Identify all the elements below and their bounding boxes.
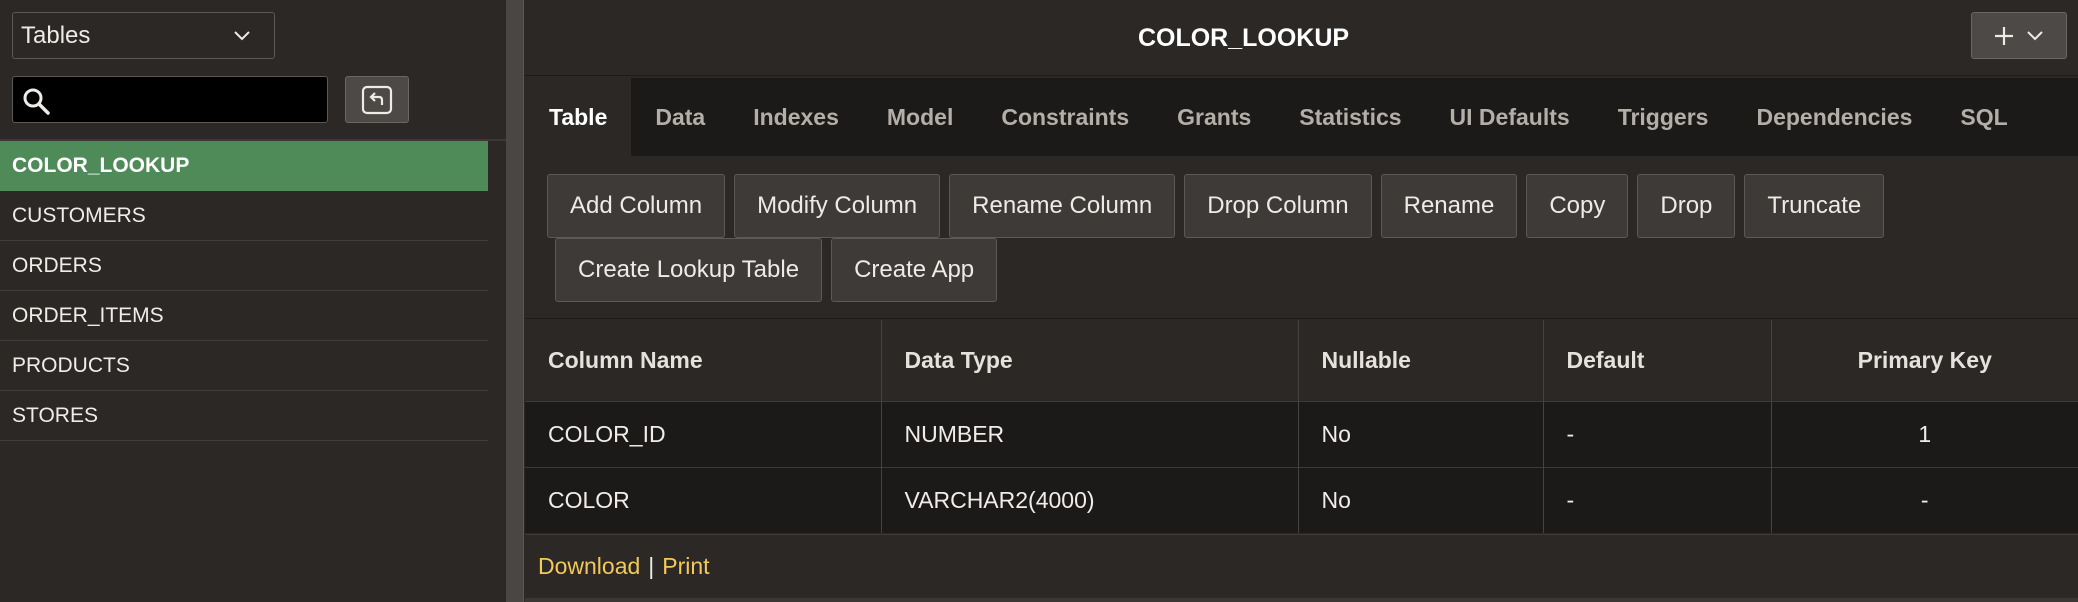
table-actions-toolbar: Add Column Modify Column Rename Column D… (525, 156, 2078, 319)
table-list-item-products[interactable]: PRODUCTS (0, 341, 488, 391)
table-list-item-order-items[interactable]: ORDER_ITEMS (0, 291, 488, 341)
column-header-nullable[interactable]: Nullable (1298, 320, 1544, 401)
tab-triggers[interactable]: Triggers (1594, 78, 1733, 156)
table-header-row: Column Name Data Type Nullable Default P… (525, 320, 2078, 401)
create-app-button[interactable]: Create App (831, 238, 998, 302)
search-input[interactable] (12, 76, 328, 123)
panel-splitter[interactable] (506, 0, 524, 602)
divider (525, 598, 2078, 602)
collapse-panel-button[interactable] (345, 76, 409, 123)
object-browser-panel: Tables COLOR_LOOKUP CUSTOMERS ORDERS ORD… (0, 0, 506, 602)
report-footer: Download | Print (525, 534, 2078, 598)
column-header-default[interactable]: Default (1543, 320, 1772, 401)
tab-model[interactable]: Model (863, 78, 977, 156)
download-link[interactable]: Download (538, 553, 640, 580)
table-list: COLOR_LOOKUP CUSTOMERS ORDERS ORDER_ITEM… (0, 141, 488, 441)
cell-column-name: COLOR (525, 466, 882, 533)
column-header-primary-key[interactable]: Primary Key (1771, 320, 2078, 401)
detail-header: COLOR_LOOKUP (525, 0, 2078, 76)
table-row: COLOR VARCHAR2(4000) No - - (525, 466, 2078, 533)
plus-icon (1995, 26, 2013, 45)
back-arrow-icon (361, 85, 393, 114)
cell-nullable: No (1298, 400, 1544, 467)
tab-dependencies[interactable]: Dependencies (1732, 78, 1936, 156)
tab-sql[interactable]: SQL (1936, 78, 2031, 156)
truncate-button[interactable]: Truncate (1744, 174, 1885, 238)
table-list-item-color-lookup[interactable]: COLOR_LOOKUP (0, 141, 488, 191)
create-object-menu-button[interactable] (1971, 12, 2067, 59)
rename-column-button[interactable]: Rename Column (949, 174, 1176, 238)
tab-indexes[interactable]: Indexes (729, 78, 863, 156)
tab-data[interactable]: Data (631, 78, 729, 156)
footer-separator: | (648, 553, 655, 579)
chevron-down-icon (234, 31, 250, 41)
table-list-item-stores[interactable]: STORES (0, 391, 488, 441)
toolbar-row-1: Add Column Modify Column Rename Column D… (547, 174, 1885, 238)
cell-default: - (1543, 466, 1772, 533)
table-row: COLOR_ID NUMBER No - 1 (525, 400, 2078, 467)
chevron-down-icon (2027, 30, 2043, 40)
cell-column-name: COLOR_ID (525, 400, 882, 467)
detail-tabs: Table Data Indexes Model Constraints Gra… (525, 78, 2078, 156)
cell-data-type: NUMBER (881, 400, 1299, 467)
cell-default: - (1543, 400, 1772, 467)
tab-ui-defaults[interactable]: UI Defaults (1426, 78, 1594, 156)
copy-button[interactable]: Copy (1526, 174, 1629, 238)
page-title: COLOR_LOOKUP (1137, 23, 1350, 52)
modify-column-button[interactable]: Modify Column (734, 174, 941, 238)
table-list-item-orders[interactable]: ORDERS (0, 241, 488, 291)
column-header-data-type[interactable]: Data Type (881, 320, 1299, 401)
tab-grants[interactable]: Grants (1153, 78, 1275, 156)
drop-column-button[interactable]: Drop Column (1184, 174, 1372, 238)
object-type-select-value: Tables (21, 21, 91, 49)
object-type-select[interactable]: Tables (12, 12, 275, 59)
cell-primary-key: - (1771, 466, 2078, 533)
rename-button[interactable]: Rename (1380, 174, 1518, 238)
toolbar-row-2: Create Lookup Table Create App (555, 238, 998, 302)
add-column-button[interactable]: Add Column (547, 174, 726, 238)
tab-statistics[interactable]: Statistics (1275, 78, 1425, 156)
drop-button[interactable]: Drop (1637, 174, 1736, 238)
print-link[interactable]: Print (662, 553, 709, 580)
object-detail-panel: COLOR_LOOKUP Table Data Indexes Model Co… (525, 0, 2078, 602)
tab-constraints[interactable]: Constraints (977, 78, 1153, 156)
search-icon (23, 88, 50, 115)
cell-data-type: VARCHAR2(4000) (881, 466, 1299, 533)
cell-primary-key: 1 (1771, 400, 2078, 467)
columns-table: Column Name Data Type Nullable Default P… (525, 320, 2078, 533)
tab-table[interactable]: Table (525, 78, 632, 156)
cell-nullable: No (1298, 466, 1544, 533)
table-list-item-customers[interactable]: CUSTOMERS (0, 191, 488, 241)
create-lookup-table-button[interactable]: Create Lookup Table (555, 238, 823, 302)
column-header-column-name[interactable]: Column Name (525, 320, 882, 401)
